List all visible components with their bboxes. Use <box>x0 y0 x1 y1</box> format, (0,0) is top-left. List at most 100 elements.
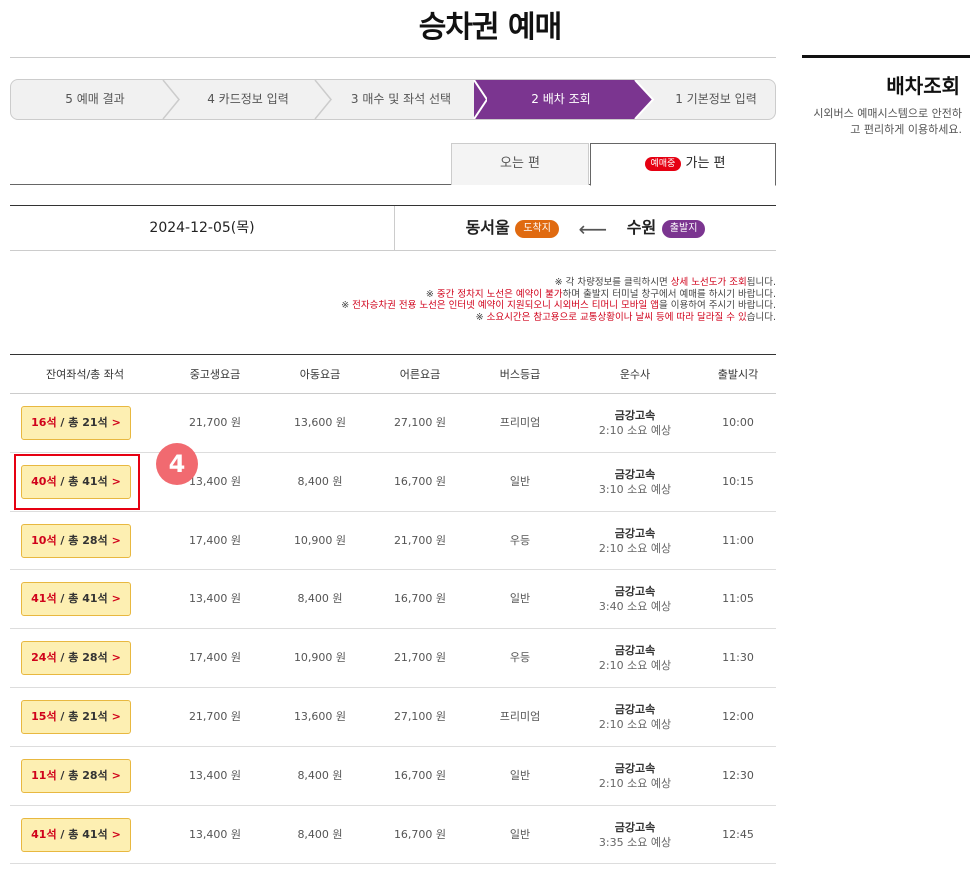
seats-total: / 총 41석 <box>56 827 108 841</box>
cell-time: 12:45 <box>722 827 754 841</box>
direction-tabs: 오는 편 예매중 가는 편 <box>10 143 776 186</box>
cell-company[interactable]: 금강고속 2:10 소요 예상 <box>570 394 700 452</box>
cell-adult-fare: 16,700 원 <box>393 592 447 606</box>
cell-child-fare: 8,400 원 <box>297 474 343 488</box>
cell-adult-fare: 21,700 원 <box>393 651 447 665</box>
seats-total: / 총 28석 <box>56 651 108 665</box>
trip-duration: 2:10 소요 예상 <box>598 424 672 437</box>
step-3: 3 매수 및 좌석 선택 <box>350 92 452 106</box>
cell-adult-fare: 16,700 원 <box>393 768 447 782</box>
seats-available: 24석 <box>31 651 57 665</box>
header-company: 운수사 <box>619 368 651 381</box>
table-row[interactable]: 11:05 금강고속 3:40 소요 예상 일반 16,700 원 8,400 원 13,4… <box>10 570 776 630</box>
trip-duration: 2:10 소요 예상 <box>598 717 672 731</box>
title-divider <box>10 57 776 58</box>
seats-available: 41석 <box>31 827 57 841</box>
company-name: 금강고속 <box>614 467 656 481</box>
chevron-right-icon: > <box>111 474 121 488</box>
table-row[interactable]: 11:00 금강고속 2:10 소요 예상 우등 21,700 원 10,900 원 17,… <box>10 512 776 571</box>
trip-duration: 3:35 소요 예상 <box>598 835 672 849</box>
travel-date: 2024-12-05(목) <box>149 220 255 236</box>
tab-depart[interactable]: 예매중 가는 편 <box>590 143 776 186</box>
cell-time: 11:30 <box>722 651 754 665</box>
cell-child-fare: 10,900 원 <box>293 533 347 547</box>
step-separator <box>473 80 487 119</box>
chevron-right-icon: > <box>111 416 121 429</box>
seat-select-button[interactable]: 41석 / 총 41석 > <box>21 817 131 852</box>
schedule-table: 출발시각 운수사 버스등급 어른요금 아동요금 중고생요금 잔여좌석/총 좌석 … <box>10 354 776 865</box>
step-4: 4 카드정보 입력 <box>207 92 289 106</box>
page-title: 승차권 예매 <box>418 10 562 45</box>
company-name: 금강고속 <box>614 761 656 775</box>
cell-company[interactable]: 금강고속 3:35 소요 예상 <box>570 806 700 864</box>
sidebar-description: 시외버스 예매시스템으로 안전하 고 편리하게 이용하세요. <box>813 107 962 136</box>
chevron-right-icon: > <box>111 533 121 547</box>
cell-grade: 프리미엄 <box>499 416 541 429</box>
cell-company[interactable]: 금강고속 2:10 소요 예상 <box>570 512 700 570</box>
cell-student-fare: 13,400 원 <box>188 827 242 841</box>
table-row[interactable]: 12:00 금강고속 2:10 소요 예상 프리미엄 27,100 원 13,600 원 2… <box>10 688 776 747</box>
seat-select-button[interactable]: 10석 / 총 28석 > <box>21 523 131 558</box>
cell-company[interactable]: 금강고속 2:10 소요 예상 <box>570 747 700 805</box>
notice-item: ※ 각 차량정보를 클릭하시면 상세 노선도가 조회됩니다. <box>554 277 776 288</box>
seats-total: / 총 21석 <box>56 416 108 429</box>
cell-child-fare: 8,400 원 <box>297 768 343 782</box>
cell-grade: 일반 <box>509 827 531 841</box>
company-name: 금강고속 <box>614 644 656 658</box>
depart-badge: 출발지 <box>661 219 706 238</box>
header-grade: 버스등급 <box>499 368 541 381</box>
table-row[interactable]: 10:00 금강고속 2:10 소요 예상 프리미엄 27,100 원 13,600 원 2… <box>10 394 776 453</box>
arrow-left-icon: ⟵ <box>578 216 608 241</box>
cell-grade: 일반 <box>509 592 531 606</box>
cell-student-fare: 17,400 원 <box>188 533 242 547</box>
cell-adult-fare: 16,700 원 <box>393 474 447 488</box>
step-separator <box>631 80 655 119</box>
sidebar-title: 배차조회 <box>886 74 960 98</box>
cell-time: 10:00 <box>722 416 754 429</box>
cell-time: 10:15 <box>722 474 754 488</box>
table-row[interactable]: 11:30 금강고속 2:10 소요 예상 우등 21,700 원 10,900 원 17,… <box>10 629 776 688</box>
cell-child-fare: 8,400 원 <box>297 592 343 606</box>
seats-available: 16석 <box>31 416 57 429</box>
seats-total: / 총 21석 <box>56 709 108 723</box>
table-row[interactable]: 10:15 금강고속 3:10 소요 예상 일반 16,700 원 8,400 원 13,4… <box>10 453 776 512</box>
trip-duration: 2:10 소요 예상 <box>598 776 672 790</box>
cell-time: 12:30 <box>722 768 754 782</box>
notice-item: ※ 전자승차권 전용 노선은 인터넷 예약이 지원되오니 시외버스 티머니 모바… <box>341 300 776 311</box>
trip-duration: 2:10 소요 예상 <box>598 541 672 555</box>
cell-adult-fare: 27,100 원 <box>393 709 447 723</box>
seat-select-button[interactable]: 40석 / 총 41석 > <box>21 464 131 499</box>
route-summary: 2024-12-05(목) 동서울 도착지 ⟵ 수원 출발지 <box>10 205 776 251</box>
table-row[interactable]: 12:45 금강고속 3:35 소요 예상 일반 16,700 원 8,400 원 13,4… <box>10 806 776 865</box>
cell-adult-fare: 27,100 원 <box>393 416 447 429</box>
cell-student-fare: 13,400 원 <box>188 592 242 606</box>
tab-return[interactable]: 오는 편 <box>451 143 589 185</box>
seat-select-button[interactable]: 11석 / 총 28석 > <box>21 758 131 793</box>
cell-grade: 일반 <box>509 768 531 782</box>
seats-available: 10석 <box>31 533 57 547</box>
seat-select-button[interactable]: 24석 / 총 28석 > <box>21 641 131 676</box>
step-separator <box>162 80 180 119</box>
chevron-right-icon: > <box>111 709 121 723</box>
seat-select-button[interactable]: 41석 / 총 41석 > <box>21 582 131 617</box>
cell-student-fare: 13,400 원 <box>188 768 242 782</box>
cell-child-fare: 13,600 원 <box>293 416 347 429</box>
cell-child-fare: 13,600 원 <box>293 709 347 723</box>
seat-select-button[interactable]: 15석 / 총 21석 > <box>21 699 131 734</box>
cell-company[interactable]: 금강고속 3:40 소요 예상 <box>570 570 700 628</box>
cell-grade: 우등 <box>509 651 531 665</box>
step-progress-bar: 1 기본정보 입력 2 배차 조회 3 매수 및 좌석 선택 4 카드정보 입력… <box>10 79 776 120</box>
table-row[interactable]: 12:30 금강고속 2:10 소요 예상 일반 16,700 원 8,400 원 13,4… <box>10 747 776 806</box>
cell-student-fare: 21,700 원 <box>188 709 242 723</box>
company-name: 금강고속 <box>614 585 656 599</box>
cell-company[interactable]: 금강고속 2:10 소요 예상 <box>570 688 700 746</box>
route-path: 동서울 도착지 ⟵ 수원 출발지 <box>395 206 776 250</box>
seat-select-button[interactable]: 16석 / 총 21석 > <box>21 406 131 440</box>
seats-total: / 총 28석 <box>56 533 108 547</box>
header-student: 중고생요금 <box>189 368 241 381</box>
seats-available: 15석 <box>31 709 57 723</box>
notice-item: ※ 소요시간은 참고용으로 교통상황이나 날씨 등에 따라 달라질 수 있습니다… <box>475 311 776 323</box>
cell-company[interactable]: 금강고속 2:10 소요 예상 <box>570 629 700 687</box>
cell-company[interactable]: 금강고속 3:10 소요 예상 <box>570 453 700 511</box>
notice-item: ※ 중간 정차지 노선은 예약이 불가하며 출발지 터미널 창구에서 예매를 하… <box>425 288 776 300</box>
